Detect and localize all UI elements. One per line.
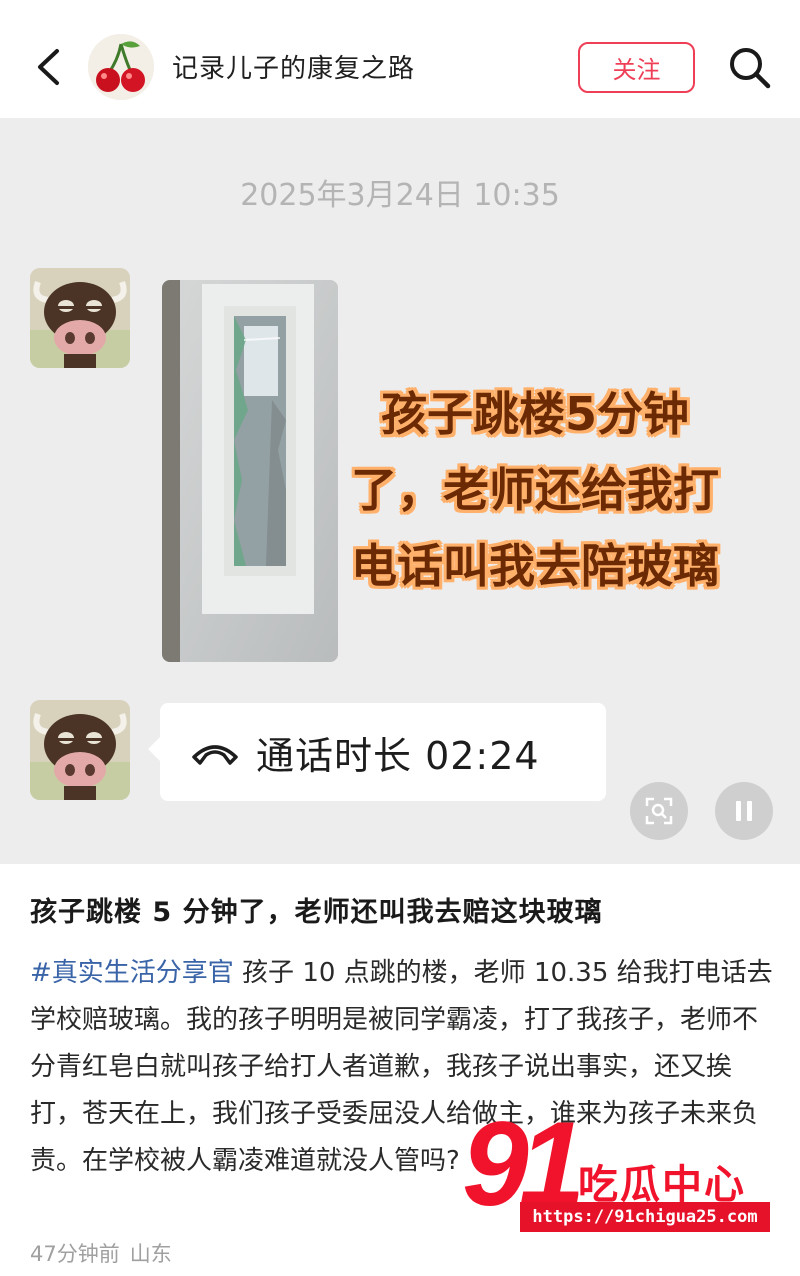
cow-avatar [30,700,130,800]
video-caption-overlay: 孩子跳楼5分钟 了，老师还给我打 电话叫我去陪玻璃 [300,376,770,604]
post-time: 47分钟前 [30,1242,120,1266]
call-duration-text: 通话时长 02:24 [256,733,540,778]
caption-line: 孩子跳楼5分钟 [380,387,689,441]
pause-icon[interactable] [715,782,773,840]
cherry-icon [88,34,154,100]
caption-line: 了，老师还给我打 [351,463,719,517]
watermark-url: https://91chigua25.com [520,1202,770,1232]
back-arrow-icon[interactable] [30,46,66,88]
account-name[interactable]: 记录儿子的康复之路 [172,48,415,85]
scan-icon[interactable] [630,782,688,840]
post-location: 山东 [129,1242,172,1266]
watermark-logo: 91 吃瓜中心 https://91chigua25.com [462,1104,778,1236]
post-meta: 47分钟前 山东 [30,1238,172,1268]
call-record-bubble[interactable]: 通话时长 02:24 [148,703,606,801]
hashtag-link[interactable]: #真实生活分享官 [30,958,234,988]
caption-line: 电话叫我去陪玻璃 [351,539,719,593]
avatar[interactable] [88,34,154,100]
phone-hangup-icon [192,745,238,765]
cow-avatar [30,268,130,368]
follow-button[interactable]: 关注 [578,42,695,93]
post-title: 孩子跳楼 5 分钟了，老师还叫我去赔这块玻璃 [30,897,603,928]
top-bar: 记录儿子的康复之路 关注 [0,0,800,118]
chat-timestamp: 2025年3月24日 10:35 [240,178,560,213]
post-media[interactable]: 2025年3月24日 10:35 孩子跳楼5分钟 了，老师还给我打 电话叫我去陪… [0,118,800,864]
search-icon[interactable] [728,46,772,90]
